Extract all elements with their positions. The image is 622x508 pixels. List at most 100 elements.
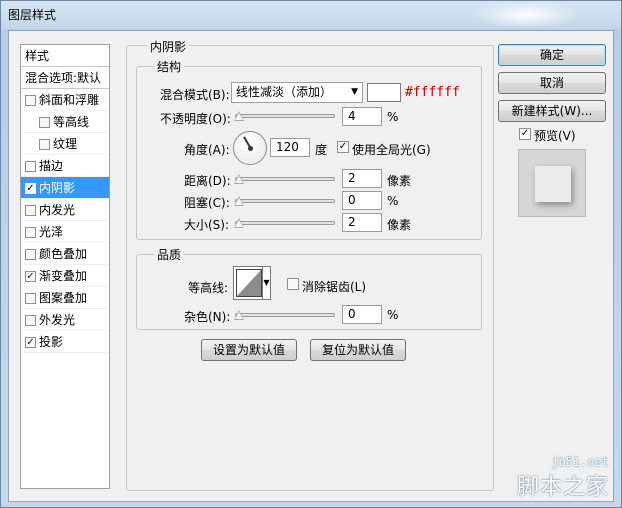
inner-shadow-title: 内阴影 [147,38,190,55]
style-list-item[interactable]: 颜色叠加 [21,243,109,265]
choke-input[interactable]: 0 [342,191,382,210]
style-preview-tile [535,166,571,202]
contour-curve-icon [236,269,262,297]
chevron-down-icon[interactable]: ▼ [262,267,270,299]
quality-title: 品质 [154,246,185,263]
shadow-color-hex: #ffffff [405,85,460,100]
reset-default-button[interactable]: 复位为默认值 [310,339,406,361]
style-list-item-label: 图案叠加 [39,291,88,305]
blend-options-item[interactable]: 混合选项:默认 [21,67,109,89]
style-list: 样式 混合选项:默认 斜面和浮雕 等高线 纹理 描边 ✓ 内阴影 内发光 光泽 颜色叠加 ✓ 渐变叠… [20,44,110,489]
style-checkbox[interactable] [39,139,50,150]
shadow-color-swatch[interactable] [367,83,401,102]
antialias-checkbox[interactable] [287,278,299,290]
opacity-slider[interactable] [234,108,335,124]
title-bar[interactable]: 图层样式 [1,1,621,29]
blend-mode-label: 混合模式(B): [160,88,230,102]
noise-slider-track [235,313,335,317]
size-unit: 像素 [387,218,412,232]
title-bar-glow [471,1,581,29]
distance-unit: 像素 [387,174,412,188]
style-list-item[interactable]: 外发光 [21,309,109,331]
angle-dial-center [248,146,253,151]
style-checkbox[interactable] [39,117,50,128]
style-list-item[interactable]: 图案叠加 [21,287,109,309]
noise-slider-thumb[interactable] [234,310,244,320]
style-checkbox[interactable]: ✓ [25,183,36,194]
global-light-checkbox[interactable]: ✓ [337,141,349,153]
blend-mode-select[interactable]: 线性减淡（添加） ▼ [231,82,363,103]
layer-style-dialog: 图层样式 样式 混合选项:默认 斜面和浮雕 等高线 纹理 描边 ✓ 内阴影 内发光 光泽 颜色叠… [0,0,622,508]
style-list-item[interactable]: ✓ 内阴影 [21,177,109,199]
global-light-label[interactable]: 使用全局光(G) [352,141,431,158]
watermark-name: 脚本之家 [516,475,609,500]
opacity-label: 不透明度(O): [160,112,231,126]
style-list-item[interactable]: ✓ 渐变叠加 [21,265,109,287]
style-checkbox[interactable] [25,249,36,260]
make-default-button[interactable]: 设置为默认值 [201,339,297,361]
contour-picker[interactable]: ▼ [233,266,271,300]
opacity-slider-thumb[interactable] [234,111,244,121]
size-label: 大小(S): [184,218,230,232]
style-list-item[interactable]: 纹理 [21,133,109,155]
checkmark-icon: ✓ [338,141,348,152]
style-list-item-label: 斜面和浮雕 [39,93,100,107]
style-list-item-label: 渐变叠加 [39,269,88,283]
style-list-item-label: 外发光 [39,313,76,327]
style-checkbox[interactable]: ✓ [25,337,36,348]
choke-unit: % [387,194,399,208]
size-input[interactable]: 2 [342,213,382,232]
distance-slider[interactable] [234,171,335,187]
size-slider-thumb[interactable] [234,218,244,228]
style-list-item-label: 纹理 [53,137,78,151]
style-list-item-label: 内发光 [39,203,76,217]
noise-label: 杂色(N): [184,310,231,324]
style-checkbox[interactable] [25,293,36,304]
structure-title: 结构 [154,58,185,75]
distance-label: 距离(D): [184,174,231,188]
style-list-item-label: 颜色叠加 [39,247,88,261]
contour-label: 等高线: [188,281,229,295]
opacity-unit: % [387,110,399,124]
watermark-url: jb51.net [551,455,609,469]
style-checkbox[interactable] [25,95,36,106]
angle-input[interactable]: 120 [270,138,310,157]
choke-slider-thumb[interactable] [234,196,244,206]
distance-slider-track [235,177,335,181]
noise-slider[interactable] [234,307,335,323]
style-list-item[interactable]: 斜面和浮雕 [21,89,109,111]
style-list-item-label: 投影 [39,335,64,349]
style-list-item-label: 描边 [39,159,64,173]
dialog-body: 样式 混合选项:默认 斜面和浮雕 等高线 纹理 描边 ✓ 内阴影 内发光 光泽 颜色叠加 ✓ 渐变叠… [8,30,614,502]
cancel-button[interactable]: 取消 [498,72,606,94]
distance-input[interactable]: 2 [342,169,382,188]
style-checkbox[interactable] [25,227,36,238]
style-list-item[interactable]: ✓ 投影 [21,331,109,353]
angle-unit: 度 [315,143,328,157]
choke-slider[interactable] [234,193,335,209]
style-list-item[interactable]: 光泽 [21,221,109,243]
opacity-input[interactable]: 4 [342,107,382,126]
size-slider[interactable] [234,215,335,231]
preview-checkbox[interactable]: ✓ [519,128,531,140]
noise-input[interactable]: 0 [342,305,382,324]
style-checkbox[interactable] [25,161,36,172]
style-checkbox[interactable] [25,205,36,216]
style-preview-thumbnail [518,149,586,217]
style-checkbox[interactable] [25,315,36,326]
ok-button[interactable]: 确定 [498,44,606,66]
angle-dial[interactable] [233,131,267,165]
choke-slider-track [235,199,335,203]
new-style-button[interactable]: 新建样式(W)... [498,100,606,122]
distance-slider-thumb[interactable] [234,174,244,184]
style-list-item[interactable]: 内发光 [21,199,109,221]
antialias-label[interactable]: 消除锯齿(L) [302,278,366,295]
preview-label[interactable]: 预览(V) [534,127,576,144]
style-list-item[interactable]: 描边 [21,155,109,177]
site-watermark: jb51.net 脚本之家 [517,455,609,501]
checkmark-icon: ✓ [520,128,530,139]
style-list-item[interactable]: 等高线 [21,111,109,133]
style-checkbox[interactable]: ✓ [25,271,36,282]
style-list-header[interactable]: 样式 [21,45,109,67]
size-slider-track [235,221,335,225]
